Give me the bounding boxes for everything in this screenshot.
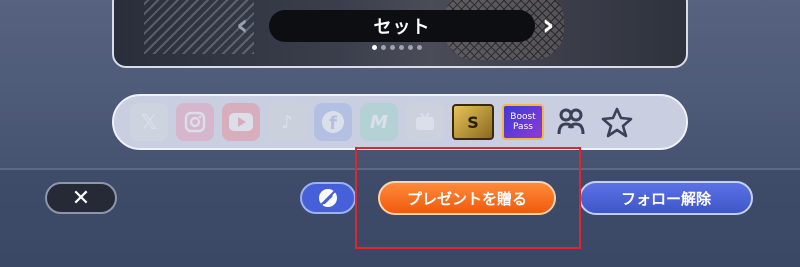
set-title-pill: セット <box>269 10 535 42</box>
unfollow-label: フォロー解除 <box>620 189 711 208</box>
set-title: セット <box>373 17 431 38</box>
prev-arrow-icon[interactable]: ‹ <box>236 8 248 44</box>
social-links-bar: 𝕏 ♪ f M S Boost Pass <box>112 94 688 150</box>
s-rank-badge-icon[interactable]: S <box>452 104 494 140</box>
link-icon[interactable] <box>552 103 590 141</box>
x-icon[interactable]: 𝕏 <box>130 103 168 141</box>
page-dot <box>417 45 422 50</box>
unfollow-button[interactable]: フォロー解除 <box>579 181 753 215</box>
facebook-icon[interactable]: f <box>314 103 352 141</box>
page-dot <box>372 45 377 50</box>
no-edit-button[interactable] <box>300 182 356 214</box>
costume-card: ‹ セット › <box>112 0 688 68</box>
highlight-box <box>355 147 581 249</box>
close-icon: ✕ <box>71 185 91 211</box>
misskey-icon[interactable]: M <box>360 103 398 141</box>
svg-text:f: f <box>329 113 337 134</box>
boost-pass-badge-icon[interactable]: Boost Pass <box>502 104 544 140</box>
tiktok-icon[interactable]: ♪ <box>268 103 306 141</box>
page-dot <box>381 45 386 50</box>
tv-icon[interactable] <box>406 103 444 141</box>
youtube-icon[interactable] <box>222 103 260 141</box>
star-icon[interactable] <box>598 103 636 141</box>
next-arrow-icon[interactable]: › <box>542 8 554 44</box>
close-button[interactable]: ✕ <box>45 182 117 214</box>
page-dot <box>390 45 395 50</box>
page-indicator <box>372 45 422 50</box>
page-dot <box>408 45 413 50</box>
no-edit-icon <box>319 189 337 207</box>
instagram-icon[interactable] <box>176 103 214 141</box>
page-dot <box>399 45 404 50</box>
